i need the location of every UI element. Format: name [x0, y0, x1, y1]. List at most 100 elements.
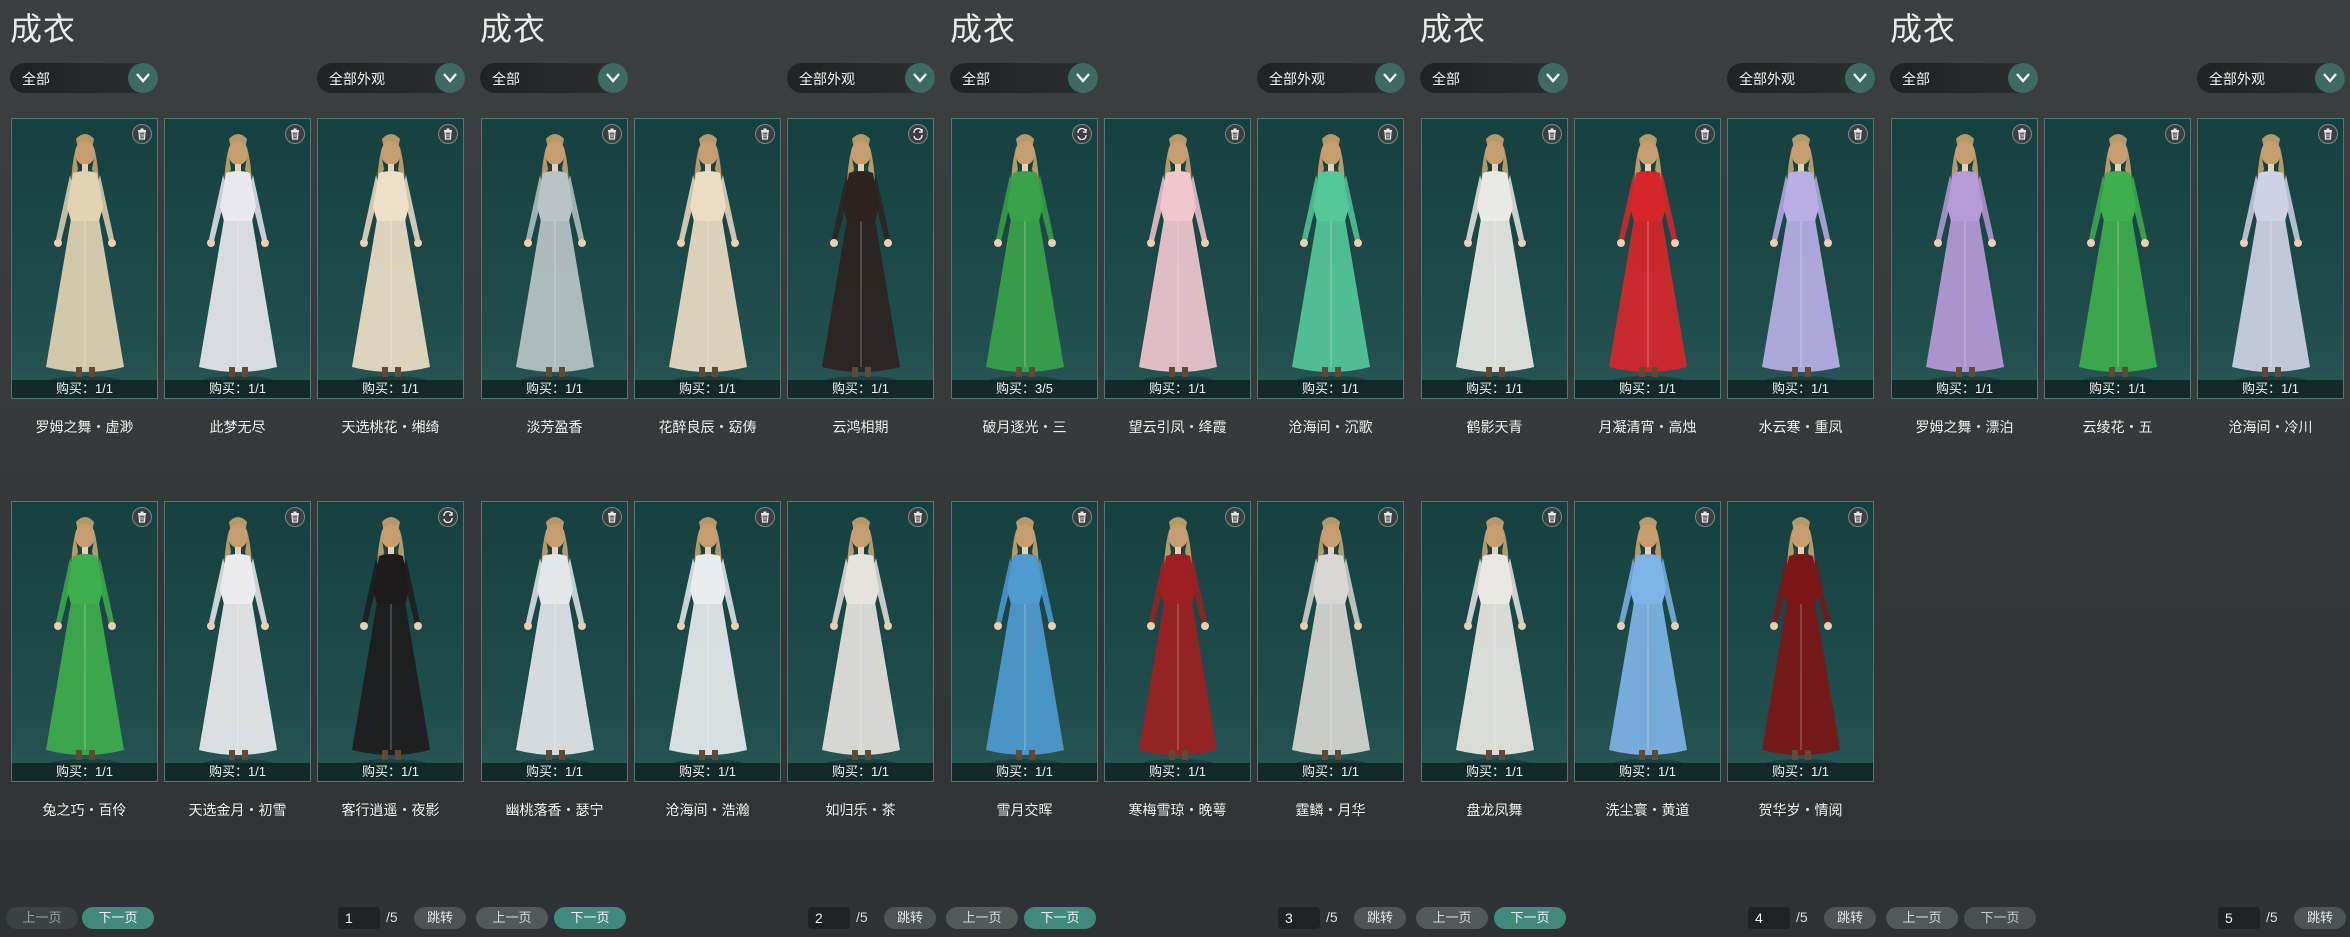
category-dropdown[interactable]: 全部 [10, 63, 158, 93]
next-page-button[interactable]: 下一页 [554, 907, 626, 929]
trash-icon[interactable] [602, 507, 622, 527]
jump-button[interactable]: 跳转 [2294, 907, 2346, 929]
outfit-card[interactable]: 购买：1/1 [1421, 501, 1568, 782]
outfit-card[interactable]: 购买：1/1 [1421, 118, 1568, 399]
appearance-dropdown-value: 全部外观 [329, 71, 385, 87]
outfit-card[interactable]: 购买：1/1 [317, 118, 464, 399]
outfit-preview-image [1422, 129, 1569, 386]
category-dropdown[interactable]: 全部 [1420, 63, 1568, 93]
chevron-down-icon [1538, 63, 1568, 93]
outfit-card[interactable]: 购买：1/1 [1257, 501, 1404, 782]
page-number-input[interactable]: 1 [338, 907, 380, 929]
trash-icon[interactable] [1378, 507, 1398, 527]
outfit-card[interactable]: 购买：1/1 [11, 118, 158, 399]
chevron-down-icon [2315, 63, 2345, 93]
appearance-dropdown[interactable]: 全部外观 [317, 63, 465, 93]
trash-icon[interactable] [1848, 124, 1868, 144]
prev-page-button[interactable]: 上一页 [1416, 907, 1488, 929]
outfit-preview-image [1575, 512, 1722, 769]
purchase-count: 购买：1/1 [165, 380, 310, 398]
outfit-card[interactable]: 购买：1/1 [787, 118, 934, 399]
outfit-card[interactable]: 购买：1/1 [951, 501, 1098, 782]
trash-icon[interactable] [755, 124, 775, 144]
outfit-card[interactable]: 购买：1/1 [634, 118, 781, 399]
trash-icon[interactable] [438, 124, 458, 144]
swap-icon[interactable] [1072, 124, 1092, 144]
trash-icon[interactable] [1695, 124, 1715, 144]
prev-page-button[interactable]: 上一页 [6, 907, 78, 929]
page-number-input[interactable]: 3 [1278, 907, 1320, 929]
trash-icon[interactable] [1378, 124, 1398, 144]
outfit-card[interactable]: 购买：1/1 [2197, 118, 2344, 399]
appearance-dropdown[interactable]: 全部外观 [787, 63, 935, 93]
swap-icon[interactable] [438, 507, 458, 527]
outfit-name: 洗尘寰・黄道 [1605, 802, 1690, 818]
trash-icon[interactable] [1225, 124, 1245, 144]
outfit-preview-image [635, 512, 782, 769]
appearance-dropdown[interactable]: 全部外观 [1257, 63, 1405, 93]
trash-icon[interactable] [755, 507, 775, 527]
outfit-card[interactable]: 购买：1/1 [481, 501, 628, 782]
outfit-card[interactable]: 购买：1/1 [787, 501, 934, 782]
page-number-input[interactable]: 2 [808, 907, 850, 929]
page-number-input[interactable]: 4 [1748, 907, 1790, 929]
page-number-input[interactable]: 5 [2218, 907, 2260, 929]
outfit-card[interactable]: 购买：1/1 [1104, 118, 1251, 399]
purchase-count: 购买：1/1 [318, 380, 463, 398]
trash-icon[interactable] [2165, 124, 2185, 144]
outfit-card[interactable]: 购买：1/1 [1891, 118, 2038, 399]
jump-button[interactable]: 跳转 [1824, 907, 1876, 929]
outfit-name: 幽桃落香・瑟宁 [505, 802, 604, 818]
outfit-card[interactable]: 购买：1/1 [1257, 118, 1404, 399]
trash-icon[interactable] [908, 507, 928, 527]
outfit-card[interactable]: 购买：1/1 [1727, 118, 1874, 399]
trash-icon[interactable] [132, 124, 152, 144]
trash-icon[interactable] [1225, 507, 1245, 527]
jump-button[interactable]: 跳转 [1354, 907, 1406, 929]
jump-button[interactable]: 跳转 [884, 907, 936, 929]
outfit-card[interactable]: 购买：1/1 [634, 501, 781, 782]
outfit-card[interactable]: 购买：1/1 [164, 501, 311, 782]
trash-icon[interactable] [2012, 124, 2032, 144]
next-page-button[interactable]: 下一页 [1964, 907, 2036, 929]
next-page-button[interactable]: 下一页 [1024, 907, 1096, 929]
category-dropdown[interactable]: 全部 [950, 63, 1098, 93]
outfit-name: 罗姆之舞・漂泊 [1915, 419, 2014, 435]
page-total: /5 [386, 909, 398, 925]
outfit-card[interactable]: 购买：1/1 [1574, 501, 1721, 782]
purchase-count: 购买：1/1 [318, 763, 463, 781]
appearance-dropdown[interactable]: 全部外观 [1727, 63, 1875, 93]
outfit-card[interactable]: 购买：1/1 [2044, 118, 2191, 399]
category-dropdown[interactable]: 全部 [480, 63, 628, 93]
trash-icon[interactable] [1542, 507, 1562, 527]
trash-icon[interactable] [285, 124, 305, 144]
outfit-card[interactable]: 购买：1/1 [1574, 118, 1721, 399]
outfit-card[interactable]: 购买：3/5 [951, 118, 1098, 399]
trash-icon[interactable] [1848, 507, 1868, 527]
outfit-card[interactable]: 购买：1/1 [481, 118, 628, 399]
jump-button[interactable]: 跳转 [414, 907, 466, 929]
prev-page-button[interactable]: 上一页 [946, 907, 1018, 929]
trash-icon[interactable] [1542, 124, 1562, 144]
appearance-dropdown[interactable]: 全部外观 [2197, 63, 2345, 93]
outfit-card[interactable]: 购买：1/1 [11, 501, 158, 782]
trash-icon[interactable] [285, 507, 305, 527]
outfit-preview-image [165, 129, 312, 386]
appearance-dropdown-value: 全部外观 [2209, 71, 2265, 87]
prev-page-button[interactable]: 上一页 [476, 907, 548, 929]
category-dropdown[interactable]: 全部 [1890, 63, 2038, 93]
outfit-card[interactable]: 购买：1/1 [1104, 501, 1251, 782]
trash-icon[interactable] [1072, 507, 1092, 527]
next-page-button[interactable]: 下一页 [82, 907, 154, 929]
outfit-card[interactable]: 购买：1/1 [317, 501, 464, 782]
trash-icon[interactable] [2318, 124, 2338, 144]
trash-icon[interactable] [1695, 507, 1715, 527]
swap-icon[interactable] [908, 124, 928, 144]
next-page-button[interactable]: 下一页 [1494, 907, 1566, 929]
outfit-name: 天选桃花・缃绮 [341, 419, 440, 435]
trash-icon[interactable] [132, 507, 152, 527]
prev-page-button[interactable]: 上一页 [1886, 907, 1958, 929]
trash-icon[interactable] [602, 124, 622, 144]
outfit-card[interactable]: 购买：1/1 [1727, 501, 1874, 782]
outfit-card[interactable]: 购买：1/1 [164, 118, 311, 399]
